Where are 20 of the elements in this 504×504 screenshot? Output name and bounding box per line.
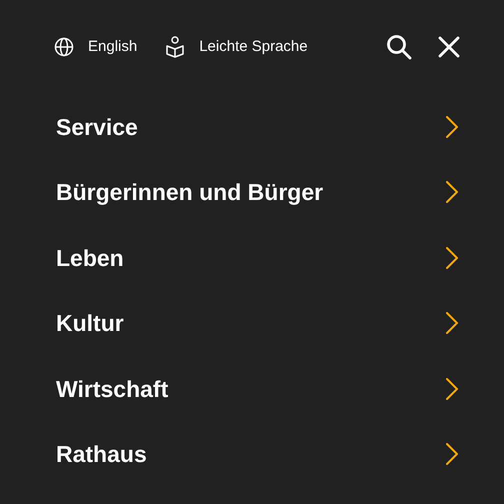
menu-item[interactable]: Service [0,94,504,160]
menu-item[interactable]: Leben [0,225,504,290]
close-icon [438,36,460,58]
menu-item[interactable]: Rathaus [0,422,504,487]
menu-item[interactable]: Bürgerinnen und Bürger [0,160,504,225]
menu-item[interactable]: Kultur [0,290,504,356]
chevron-right-icon [446,443,458,466]
reader-icon [165,36,186,58]
globe-icon [54,37,74,57]
search-icon [386,34,412,60]
chevron-right-icon [446,378,458,400]
top-link[interactable]: English [54,36,138,58]
top-link[interactable]: Leichte Sprache [165,36,308,58]
search-button[interactable] [386,34,412,60]
chevron-right-icon [446,116,458,138]
close-button[interactable] [438,36,460,58]
chevron-right-icon [446,246,458,269]
menu-item[interactable]: Wirtschaft [0,356,504,422]
chevron-right-icon [446,181,458,204]
chevron-right-icon [446,312,458,334]
